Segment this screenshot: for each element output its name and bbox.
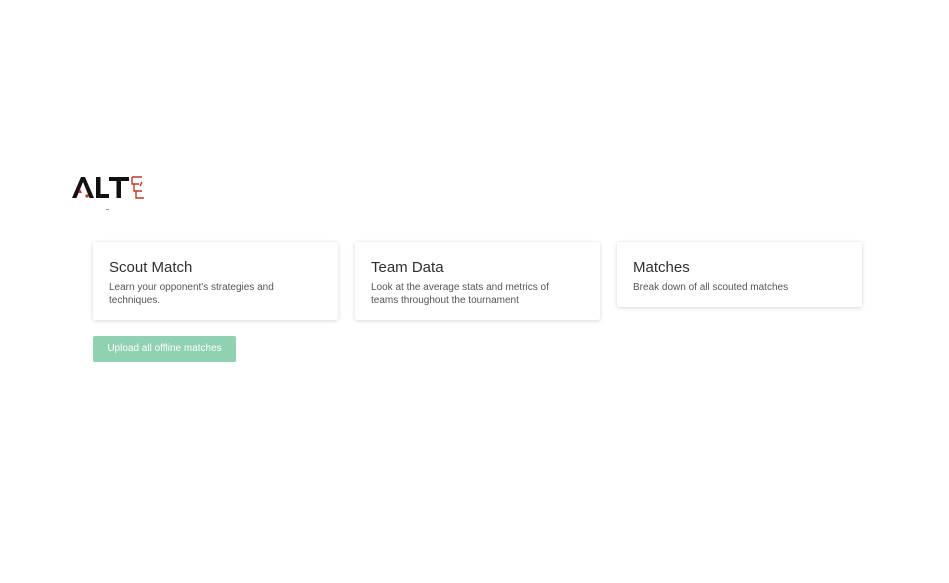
alt-logo — [72, 172, 146, 212]
scout-match-card[interactable]: Scout Match Learn your opponent's strate… — [93, 242, 338, 320]
home-page: Scout Match Learn your opponent's strate… — [0, 0, 949, 583]
card-title: Matches — [633, 259, 690, 276]
card-description: Look at the average stats and metrics of… — [371, 282, 549, 306]
card-title: Team Data — [371, 259, 444, 276]
card-description: Learn your opponent's strategies and tec… — [109, 282, 274, 306]
matches-card[interactable]: Matches Break down of all scouted matche… — [617, 242, 862, 307]
card-title: Scout Match — [109, 259, 193, 276]
alt-logo-icon — [72, 176, 144, 210]
feature-cards: Scout Match Learn your opponent's strate… — [93, 242, 862, 322]
upload-offline-matches-button[interactable]: Upload all offline matches — [93, 336, 236, 362]
card-description: Break down of all scouted matches — [633, 282, 789, 293]
team-data-card[interactable]: Team Data Look at the average stats and … — [355, 242, 600, 320]
